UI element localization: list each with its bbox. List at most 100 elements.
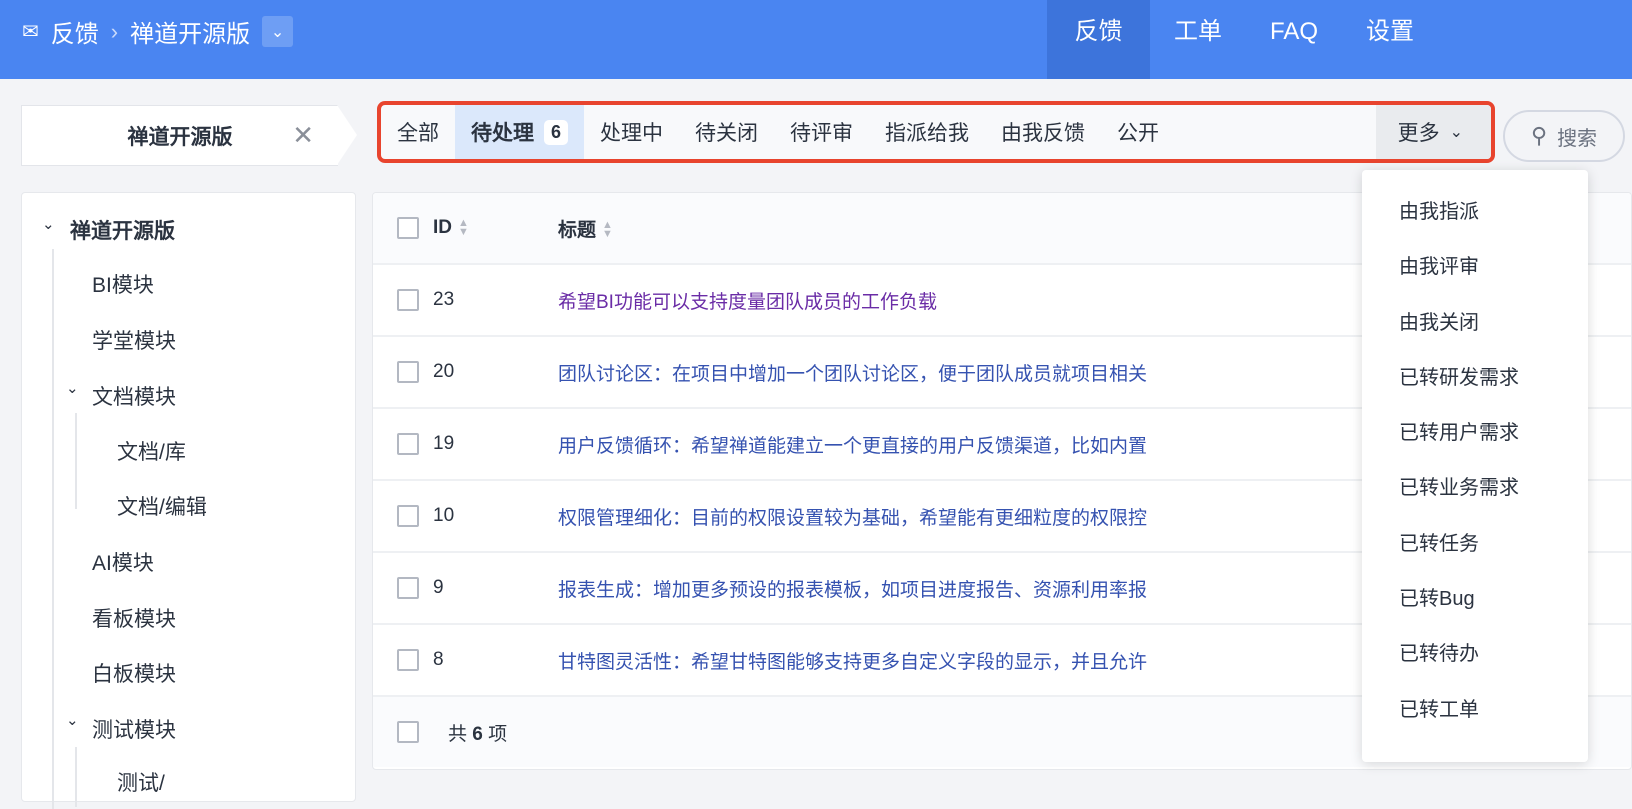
module-tree: ⌄ 禅道开源版 BI模块 学堂模块 ⌄ 文档模块 文档/库 文档/编辑 AI模块… [21, 192, 356, 809]
tab-to-review[interactable]: 待评审 [774, 105, 869, 159]
row-checkbox[interactable] [397, 577, 419, 599]
tab-label: 指派给我 [885, 122, 970, 145]
row-checkbox[interactable] [397, 649, 419, 671]
row-checkbox[interactable] [397, 289, 419, 311]
row-title-link[interactable]: 团队讨论区：在项目中增加一个团队讨论区，便于团队成员就项目相关 [558, 359, 1147, 386]
total-suffix: 项 [488, 723, 508, 745]
menu-item[interactable]: 已转工单 [1362, 683, 1588, 738]
tab-label: 待处理 [471, 122, 534, 145]
tree-item[interactable]: 文档模块 [92, 381, 176, 411]
tree-item[interactable]: 测试/ [117, 767, 165, 797]
row-title-link[interactable]: 报表生成：增加更多预设的报表模板，如项目进度报告、资源利用率报 [558, 575, 1147, 602]
row-id: 9 [433, 577, 444, 598]
top-header: ✉ 反馈 › 禅道开源版 ⌄ 反馈 工单 FAQ 设置 [0, 0, 1632, 79]
tree-line [75, 747, 77, 807]
row-checkbox[interactable] [397, 361, 419, 383]
nav-faq[interactable]: FAQ [1246, 0, 1342, 79]
main-nav: 反馈 工单 FAQ 设置 [1047, 0, 1438, 79]
tree-root[interactable]: 禅道开源版 [70, 215, 175, 245]
tab-assigned-to-me[interactable]: 指派给我 [869, 105, 985, 159]
chevron-down-icon: ⌄ [270, 23, 285, 41]
tree-item[interactable]: AI模块 [92, 547, 154, 577]
menu-item[interactable]: 已转业务需求 [1362, 461, 1588, 516]
tree-item[interactable]: BI模块 [92, 269, 154, 299]
sort-icon: ▲ ▼ [602, 219, 613, 241]
select-all-checkbox[interactable] [397, 217, 419, 239]
product-selector-label: 禅道开源版 [127, 125, 233, 149]
tab-all[interactable]: 全部 [381, 105, 455, 159]
count-badge: 6 [544, 119, 569, 145]
total-number: 6 [472, 723, 483, 745]
tab-label: 处理中 [600, 122, 664, 145]
tab-label: 更多 [1397, 122, 1440, 145]
tree-item[interactable]: 文档/编辑 [117, 491, 207, 521]
row-checkbox[interactable] [397, 505, 419, 527]
search-label: 搜索 [1557, 127, 1598, 150]
nav-feedback[interactable]: 反馈 [1047, 0, 1150, 79]
row-id: 8 [433, 649, 444, 670]
tree-item[interactable]: 白板模块 [92, 658, 176, 688]
search-icon: ⚲ [1530, 123, 1548, 148]
tab-to-close[interactable]: 待关闭 [679, 105, 774, 159]
chevron-down-icon: ⌄ [1449, 124, 1463, 141]
nav-ticket[interactable]: 工单 [1150, 0, 1246, 79]
sort-icon: ▲ ▼ [458, 216, 469, 238]
row-id: 23 [433, 289, 455, 310]
more-dropdown-menu: 由我指派 由我评审 由我关闭 已转研发需求 已转用户需求 已转业务需求 已转任务 已转Bug 已… [1362, 170, 1588, 762]
row-checkbox[interactable] [397, 433, 419, 455]
chevron-right-icon: › [110, 18, 119, 44]
menu-item[interactable]: 已转任务 [1362, 517, 1588, 572]
total-count: 共 6 项 [448, 719, 507, 746]
row-title-link[interactable]: 甘特图灵活性：希望甘特图能够支持更多自定义字段的显示，并且允许 [558, 647, 1147, 674]
chevron-down-icon[interactable]: ⌄ [66, 379, 79, 397]
tab-label: 公开 [1117, 122, 1160, 145]
menu-item[interactable]: 已转待办 [1362, 627, 1588, 682]
product-selector[interactable]: 禅道开源版 ✕ [21, 105, 338, 166]
tab-label: 由我反馈 [1001, 122, 1086, 145]
tree-line [52, 249, 54, 809]
tab-more[interactable]: 更多 ⌄ [1375, 105, 1491, 159]
tab-label: 待评审 [790, 122, 854, 145]
column-label: 标题 [558, 219, 597, 241]
menu-item[interactable]: 已转Bug [1362, 572, 1588, 627]
close-icon[interactable]: ✕ [292, 120, 314, 151]
nav-settings[interactable]: 设置 [1342, 0, 1438, 79]
menu-item[interactable]: 已转研发需求 [1362, 351, 1588, 406]
product-selector-arrow [337, 105, 357, 165]
search-button[interactable]: ⚲ 搜索 [1503, 110, 1625, 162]
tab-reported-by-me[interactable]: 由我反馈 [985, 105, 1101, 159]
row-title-link[interactable]: 权限管理细化：目前的权限设置较为基础，希望能有更细粒度的权限控 [558, 503, 1147, 530]
column-id[interactable]: ID ▲ ▼ [433, 217, 469, 239]
tab-label: 全部 [397, 122, 439, 145]
menu-item[interactable]: 由我指派 [1362, 185, 1588, 240]
tree-item[interactable]: 看板模块 [92, 603, 176, 633]
feedback-icon: ✉ [22, 21, 39, 43]
row-id: 19 [433, 433, 455, 454]
tab-label: 待关闭 [695, 122, 759, 145]
filter-tabs: 全部 待处理 6 处理中 待关闭 待评审 指派给我 由我反馈 公开 更多 ⌄ [377, 101, 1495, 163]
tree-item[interactable]: 测试模块 [92, 714, 176, 744]
product-dropdown-button[interactable]: ⌄ [262, 16, 294, 47]
breadcrumb-module[interactable]: 反馈 [51, 14, 99, 49]
tab-public[interactable]: 公开 [1101, 105, 1175, 159]
tree-item[interactable]: 学堂模块 [92, 325, 176, 355]
row-id: 10 [433, 505, 455, 526]
menu-item[interactable]: 由我评审 [1362, 240, 1588, 295]
total-prefix: 共 [448, 723, 468, 745]
menu-item[interactable]: 由我关闭 [1362, 296, 1588, 351]
column-title[interactable]: 标题 ▲ ▼ [558, 215, 613, 242]
breadcrumb-product[interactable]: 禅道开源版 [130, 14, 250, 49]
row-title-link[interactable]: 希望BI功能可以支持度量团队成员的工作负载 [558, 287, 937, 314]
menu-item[interactable]: 已转用户需求 [1362, 406, 1588, 461]
row-title-link[interactable]: 用户反馈循环：希望禅道能建立一个更直接的用户反馈渠道，比如内置 [558, 431, 1147, 458]
select-all-checkbox[interactable] [397, 721, 419, 743]
row-id: 20 [433, 361, 455, 382]
chevron-down-icon[interactable]: ⌄ [42, 215, 55, 233]
breadcrumb: ✉ 反馈 › 禅道开源版 ⌄ [22, 14, 294, 49]
column-label: ID [433, 217, 452, 238]
chevron-down-icon[interactable]: ⌄ [66, 711, 79, 729]
tree-item[interactable]: 文档/库 [117, 436, 186, 466]
tab-processing[interactable]: 处理中 [584, 105, 679, 159]
tree-line [75, 413, 77, 509]
tab-pending[interactable]: 待处理 6 [455, 105, 585, 159]
